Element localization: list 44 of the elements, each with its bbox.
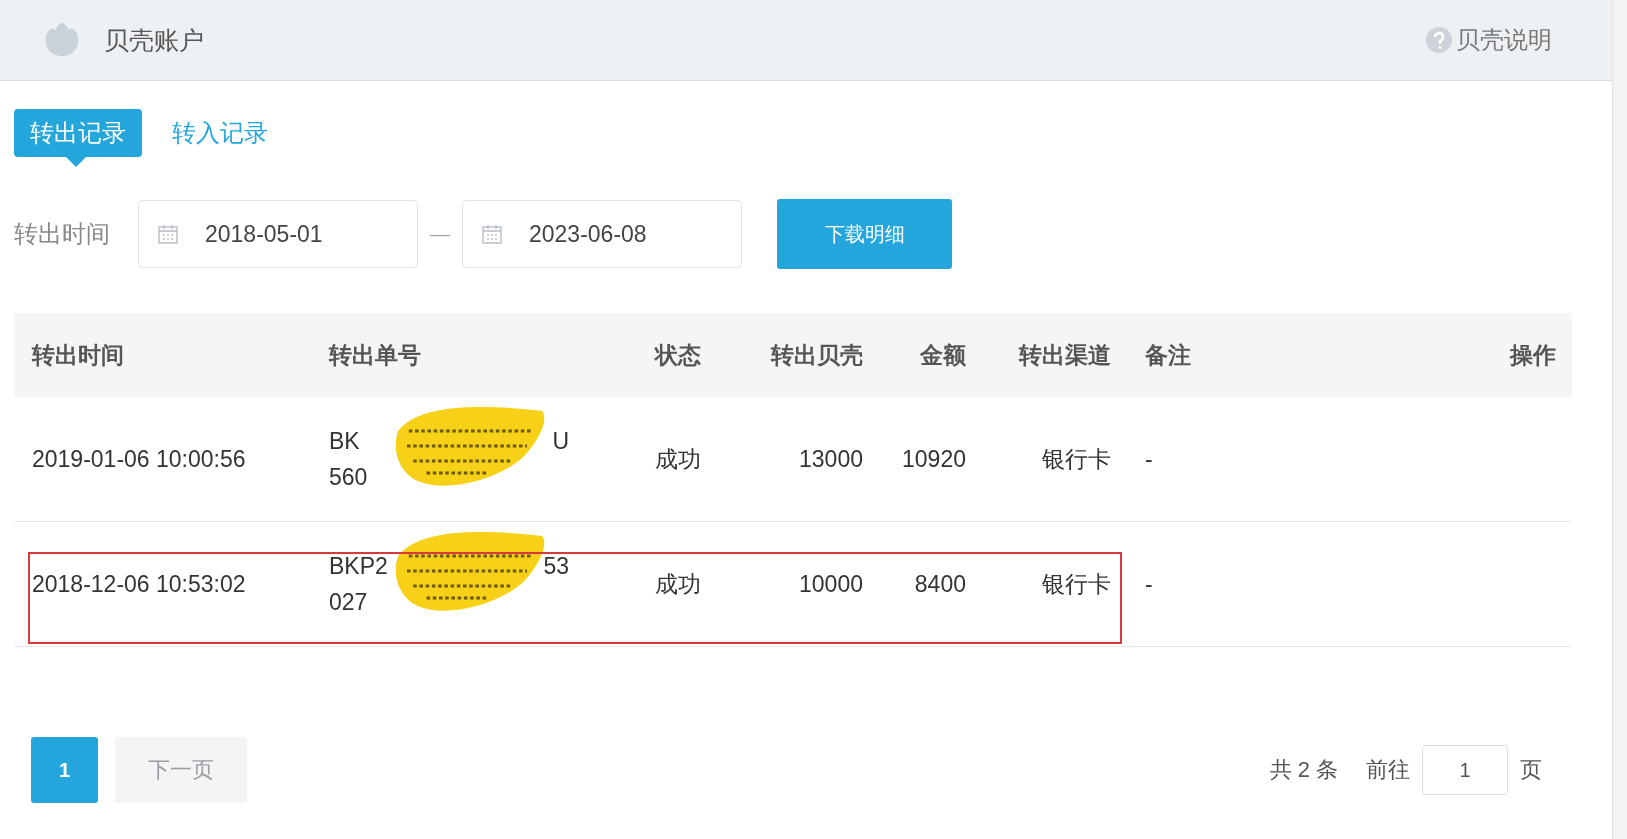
table-cell-text: 027 <box>329 588 368 617</box>
help-icon <box>1425 26 1453 54</box>
column-header: 状态 <box>655 340 702 370</box>
download-button[interactable]: 下载明细 <box>777 199 952 269</box>
range-separator: — <box>430 222 450 246</box>
tab-pointer-icon <box>66 157 86 167</box>
help-link[interactable]: 贝壳说明 <box>1425 24 1552 56</box>
total-count: 共 2 条 <box>1269 756 1338 784</box>
table-cell-text: 银行卡 <box>1041 444 1111 474</box>
table-cell-text: 银行卡 <box>1041 569 1111 599</box>
tab[interactable]: 转入记录 <box>156 109 284 157</box>
page-suffix: 页 <box>1520 756 1542 784</box>
table-cell-text: 10920 <box>901 445 966 473</box>
column-header: 转出渠道 <box>1017 340 1111 370</box>
table-cell-text: 8400 <box>913 570 966 598</box>
table-cell-text: 成功 <box>655 444 702 474</box>
goto-label: 前往 <box>1366 756 1410 784</box>
page-title: 贝壳账户 <box>104 24 204 56</box>
column-header: 备注 <box>1144 340 1192 370</box>
scrollbar[interactable] <box>1612 0 1627 839</box>
table-cell-text: 10000 <box>798 570 863 598</box>
column-header: 转出单号 <box>329 340 422 370</box>
table-cell-text: 13000 <box>798 445 863 473</box>
table-cell-text: - <box>1144 445 1154 473</box>
table-cell-text: BK <box>329 427 360 456</box>
page-input[interactable]: 1 <box>1422 745 1508 795</box>
table-cell-text: 2019-01-06 10:00:56 <box>31 445 247 473</box>
column-header: 转出贝壳 <box>769 340 863 370</box>
filter-label: 转出时间 <box>14 219 110 249</box>
table-cell-text: BKP2 <box>329 552 388 581</box>
date-field[interactable]: 2018-05-01 <box>138 200 418 268</box>
column-header: 操作 <box>1508 340 1557 370</box>
table-cell-text: 53 <box>543 552 569 581</box>
table-cell-text: U <box>552 427 569 456</box>
table-cell-text: 560 <box>329 463 368 492</box>
table-cell-text: 2018-12-06 10:53:02 <box>31 570 247 598</box>
table-cell-text: 成功 <box>655 569 702 599</box>
calendar-icon <box>481 223 503 245</box>
column-header: 金额 <box>919 340 966 370</box>
table-cell-text: - <box>1144 570 1154 598</box>
date-field[interactable]: 2023-06-08 <box>462 200 742 268</box>
column-header: 转出时间 <box>30 340 125 370</box>
page-button[interactable]: 1 <box>31 737 98 803</box>
calendar-icon <box>157 223 179 245</box>
